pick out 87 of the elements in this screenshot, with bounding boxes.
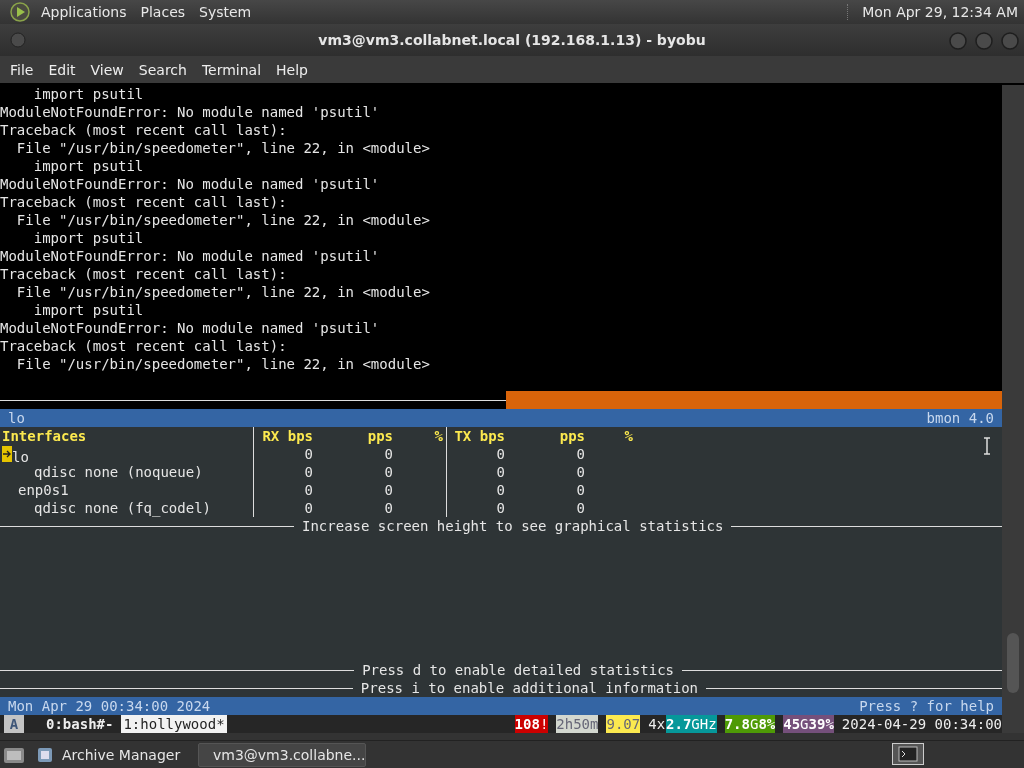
table-cell: 0 [496, 500, 505, 516]
terminal-line: File "/usr/bin/speedometer", line 22, in <module> [15, 283, 430, 301]
table-cell: 0 [384, 482, 393, 498]
terminal-line: Traceback (most recent call last): [0, 193, 287, 211]
column-header: RX bps [261, 427, 314, 445]
interface-name: qdisc none (noqueue) [34, 464, 203, 480]
table-cell: 0 [304, 446, 313, 462]
status-segment: 2.7GHz [666, 715, 717, 733]
window-title: vm3@vm3.collabnet.local (192.168.1.13) - byobu [318, 32, 706, 48]
column-header: pps [366, 427, 394, 445]
interface-row[interactable]: lo 0 0 0 0 [0, 445, 1002, 463]
window-tab[interactable]: 0:bash#- [44, 715, 116, 733]
table-cell: 0 [384, 446, 393, 462]
terminal-line: import psutil [32, 157, 144, 175]
table-cell: 0 [304, 482, 313, 498]
text-cursor-icon [983, 437, 991, 455]
table-cell: 0 [304, 500, 313, 516]
terminal-line: File "/usr/bin/speedometer", line 22, in <module> [15, 139, 430, 157]
table-cell: 0 [576, 500, 585, 516]
hint-text: Press i to enable additional information [359, 679, 699, 697]
version-label: bmon 4.0 [926, 409, 994, 427]
table-cell: 0 [576, 482, 585, 498]
archive-icon [36, 745, 54, 764]
column-header: TX bps [453, 427, 506, 445]
table-cell: 0 [496, 464, 505, 480]
panel-menu[interactable]: System [196, 4, 255, 20]
menu-item[interactable]: Terminal [195, 61, 271, 78]
interface-name: lo [8, 409, 25, 427]
menu-item[interactable]: Help [270, 61, 317, 78]
menu-item[interactable]: Edit [42, 61, 85, 78]
terminal-line: File "/usr/bin/speedometer", line 22, in <module> [15, 355, 430, 373]
column-header: Interfaces [0, 427, 254, 445]
help-hint: Press ? for help [859, 697, 994, 715]
table-cell: 0 [496, 446, 505, 462]
terminal-line: Traceback (most recent call last): [0, 337, 287, 355]
terminal-line: Traceback (most recent call last): [0, 265, 287, 283]
table-cell: 0 [496, 482, 505, 498]
table-cell: 0 [576, 446, 585, 462]
byobu-logo: A [4, 715, 24, 733]
terminal-line: ModuleNotFoundError: No module named 'psutil' [0, 319, 380, 337]
window-tab[interactable]: 1:hollywood* [121, 715, 227, 733]
column-header: pps [558, 427, 586, 445]
maximize-icon[interactable] [975, 32, 993, 50]
status-text: 4x [648, 715, 666, 733]
table-cell: 0 [576, 464, 585, 480]
window-menu-icon [10, 32, 26, 48]
interface-name: qdisc none (fq_codel) [34, 500, 211, 516]
status-segment: 108! [514, 715, 549, 733]
menu-item[interactable]: File [4, 61, 43, 78]
table-cell: 0 [384, 500, 393, 516]
interface-name: lo [12, 449, 29, 465]
menu-item[interactable]: Search [132, 61, 196, 78]
panel-clock[interactable]: Mon Apr 29, 12:34 AM [862, 4, 1018, 20]
table-cell: 0 [304, 464, 313, 480]
taskbar-button[interactable]: vm3@vm3.collabne... [198, 742, 366, 767]
status-segment: 45G39% [783, 715, 834, 733]
panel-menu[interactable]: Applications [38, 4, 130, 20]
column-header: % [623, 427, 634, 445]
taskbar-button[interactable]: Archive Manager [30, 742, 194, 767]
status-segment: 9.07 [606, 715, 641, 733]
interface-row[interactable]: qdisc none (noqueue) 0 0 0 0 [0, 463, 1002, 481]
terminal-line: import psutil [32, 301, 144, 319]
date-text: Mon Apr 29 00:34:00 2024 [8, 697, 211, 715]
close-icon[interactable] [1001, 32, 1019, 50]
interface-name: enp0s1 [18, 482, 69, 498]
status-text: 2024-04-29 00:34:00 [841, 715, 1002, 733]
terminal-line: ModuleNotFoundError: No module named 'psutil' [0, 103, 380, 121]
minimize-icon[interactable] [949, 32, 967, 50]
terminal-line: File "/usr/bin/speedometer", line 22, in <module> [15, 211, 430, 229]
logo-icon [10, 2, 30, 22]
hint-text: Press d to enable detailed statistics [361, 661, 675, 679]
interface-row[interactable]: qdisc none (fq_codel) 0 0 0 0 [0, 499, 1002, 517]
terminal-icon [898, 746, 918, 762]
menu-item[interactable]: View [84, 61, 133, 78]
terminal-line: ModuleNotFoundError: No module named 'psutil' [0, 247, 380, 265]
terminal-line: Traceback (most recent call last): [0, 121, 287, 139]
column-header: % [396, 427, 447, 445]
terminal-line: import psutil [32, 229, 144, 247]
terminal-line: import psutil [32, 85, 144, 103]
status-segment: 7.8G8% [724, 715, 776, 733]
scrollbar[interactable] [1002, 85, 1024, 733]
notice-text: Increase screen height to see graphical statistics [301, 517, 725, 535]
table-cell: 0 [384, 464, 393, 480]
panel-menu[interactable]: Places [137, 4, 189, 20]
interface-row[interactable]: enp0s1 0 0 0 0 [0, 481, 1002, 499]
status-segment: 2h50m [556, 715, 599, 733]
terminal-line: ModuleNotFoundError: No module named 'psutil' [0, 175, 380, 193]
